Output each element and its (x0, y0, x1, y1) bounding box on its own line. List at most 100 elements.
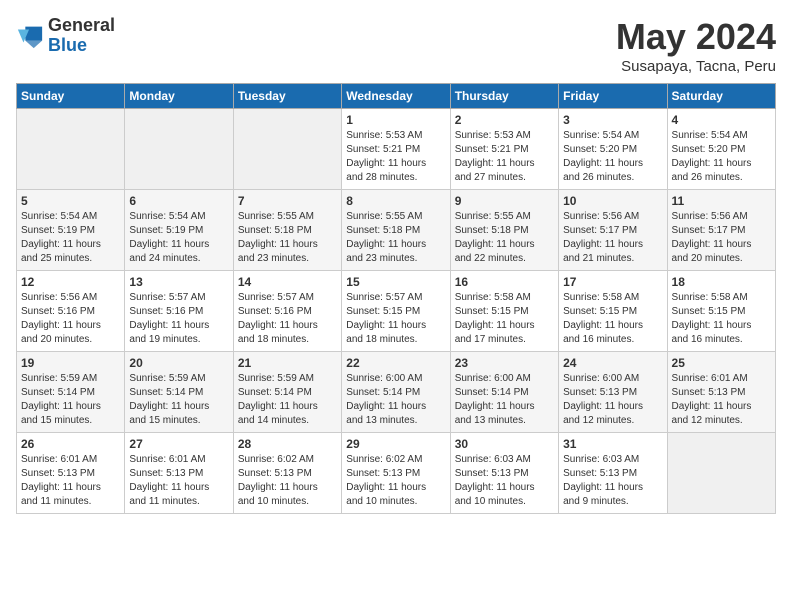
day-number: 26 (21, 437, 120, 451)
calendar-cell: 2Sunrise: 5:53 AM Sunset: 5:21 PM Daylig… (450, 109, 558, 190)
logo-icon (16, 22, 44, 50)
day-number: 9 (455, 194, 554, 208)
calendar-cell: 16 Sunrise: 5:58 AM Sunset: 5:15 PM Dayli… (450, 271, 558, 352)
day-number: 23 (455, 356, 554, 370)
day-info: Sunrise: 6:02 AM Sunset: 5:13 PM Dayligh… (238, 453, 337, 509)
week-row-4: 19 Sunrise: 5:59 AM Sunset: 5:14 PM Dayli… (17, 352, 776, 433)
day-info: Sunrise: 5:55 AM Sunset: 5:18 PM Dayligh… (455, 210, 554, 266)
col-header-tuesday: Tuesday (233, 84, 341, 109)
week-row-1: 1Sunrise: 5:53 AM Sunset: 5:21 PM Daylig… (17, 109, 776, 190)
week-row-5: 26 Sunrise: 6:01 AM Sunset: 5:13 PM Dayli… (17, 433, 776, 514)
header-row: SundayMondayTuesdayWednesdayThursdayFrid… (17, 84, 776, 109)
col-header-wednesday: Wednesday (342, 84, 450, 109)
day-info: Sunrise: 5:59 AM Sunset: 5:14 PM Dayligh… (238, 372, 337, 428)
calendar-cell: 28Sunrise: 6:02 AM Sunset: 5:13 PM Dayli… (233, 433, 341, 514)
logo: General Blue (16, 16, 115, 56)
day-info: Sunrise: 6:01 AM Sunset: 5:13 PM Dayligh… (21, 453, 120, 509)
day-number: 22 (346, 356, 445, 370)
day-number: 27 (129, 437, 228, 451)
day-info: Sunrise: 5:55 AM Sunset: 5:18 PM Dayligh… (238, 210, 337, 266)
day-info: Sunrise: 5:57 AM Sunset: 5:15 PM Dayligh… (346, 291, 445, 347)
page-header: General Blue May 2024 Susapaya, Tacna, P… (16, 16, 776, 75)
calendar-cell: 3 Sunrise: 5:54 AM Sunset: 5:20 PM Daylig… (559, 109, 667, 190)
day-info: Sunrise: 5:54 AM Sunset: 5:20 PM Dayligh… (563, 129, 662, 185)
calendar-cell: 17Sunrise: 5:58 AM Sunset: 5:15 PM Dayli… (559, 271, 667, 352)
day-number: 19 (21, 356, 120, 370)
calendar-cell: 21 Sunrise: 5:59 AM Sunset: 5:14 PM Dayli… (233, 352, 341, 433)
calendar-cell: 27 Sunrise: 6:01 AM Sunset: 5:13 PM Dayli… (125, 433, 233, 514)
calendar-cell: 23 Sunrise: 6:00 AM Sunset: 5:14 PM Dayli… (450, 352, 558, 433)
day-number: 24 (563, 356, 662, 370)
calendar-cell: 20 Sunrise: 5:59 AM Sunset: 5:14 PM Dayli… (125, 352, 233, 433)
calendar-cell: 18 Sunrise: 5:58 AM Sunset: 5:15 PM Dayli… (667, 271, 775, 352)
week-row-3: 12 Sunrise: 5:56 AM Sunset: 5:16 PM Dayli… (17, 271, 776, 352)
col-header-sunday: Sunday (17, 84, 125, 109)
calendar-cell: 30 Sunrise: 6:03 AM Sunset: 5:13 PM Dayli… (450, 433, 558, 514)
page-subtitle: Susapaya, Tacna, Peru (616, 58, 776, 75)
calendar-cell: 14 Sunrise: 5:57 AM Sunset: 5:16 PM Dayli… (233, 271, 341, 352)
day-number: 21 (238, 356, 337, 370)
day-info: Sunrise: 5:56 AM Sunset: 5:17 PM Dayligh… (563, 210, 662, 266)
day-number: 25 (672, 356, 771, 370)
calendar-cell: 10 Sunrise: 5:56 AM Sunset: 5:17 PM Dayli… (559, 190, 667, 271)
day-info: Sunrise: 6:03 AM Sunset: 5:13 PM Dayligh… (563, 453, 662, 509)
day-info: Sunrise: 6:01 AM Sunset: 5:13 PM Dayligh… (672, 372, 771, 428)
day-info: Sunrise: 5:58 AM Sunset: 5:15 PM Dayligh… (672, 291, 771, 347)
calendar-cell: 29 Sunrise: 6:02 AM Sunset: 5:13 PM Dayli… (342, 433, 450, 514)
calendar-cell (17, 109, 125, 190)
calendar-cell (125, 109, 233, 190)
logo-text: General Blue (48, 16, 115, 56)
col-header-saturday: Saturday (667, 84, 775, 109)
day-number: 12 (21, 275, 120, 289)
page-title: May 2024 (616, 16, 776, 58)
day-number: 6 (129, 194, 228, 208)
day-info: Sunrise: 6:01 AM Sunset: 5:13 PM Dayligh… (129, 453, 228, 509)
calendar-cell: 24 Sunrise: 6:00 AM Sunset: 5:13 PM Dayli… (559, 352, 667, 433)
day-number: 14 (238, 275, 337, 289)
day-number: 17 (563, 275, 662, 289)
day-info: Sunrise: 5:57 AM Sunset: 5:16 PM Dayligh… (238, 291, 337, 347)
calendar-cell: 12 Sunrise: 5:56 AM Sunset: 5:16 PM Dayli… (17, 271, 125, 352)
day-info: Sunrise: 5:56 AM Sunset: 5:17 PM Dayligh… (672, 210, 771, 266)
day-info: Sunrise: 5:54 AM Sunset: 5:19 PM Dayligh… (21, 210, 120, 266)
day-number: 3 (563, 113, 662, 127)
day-number: 30 (455, 437, 554, 451)
day-info: Sunrise: 5:56 AM Sunset: 5:16 PM Dayligh… (21, 291, 120, 347)
day-info: Sunrise: 5:58 AM Sunset: 5:15 PM Dayligh… (455, 291, 554, 347)
calendar-cell: 15 Sunrise: 5:57 AM Sunset: 5:15 PM Dayli… (342, 271, 450, 352)
day-number: 18 (672, 275, 771, 289)
calendar-cell: 7Sunrise: 5:55 AM Sunset: 5:18 PM Daylig… (233, 190, 341, 271)
day-number: 29 (346, 437, 445, 451)
day-info: Sunrise: 6:02 AM Sunset: 5:13 PM Dayligh… (346, 453, 445, 509)
day-info: Sunrise: 5:54 AM Sunset: 5:19 PM Dayligh… (129, 210, 228, 266)
calendar-cell: 19 Sunrise: 5:59 AM Sunset: 5:14 PM Dayli… (17, 352, 125, 433)
day-number: 15 (346, 275, 445, 289)
col-header-friday: Friday (559, 84, 667, 109)
day-info: Sunrise: 5:59 AM Sunset: 5:14 PM Dayligh… (21, 372, 120, 428)
calendar-cell: 8Sunrise: 5:55 AM Sunset: 5:18 PM Daylig… (342, 190, 450, 271)
day-info: Sunrise: 6:00 AM Sunset: 5:14 PM Dayligh… (455, 372, 554, 428)
day-number: 4 (672, 113, 771, 127)
day-info: Sunrise: 6:00 AM Sunset: 5:13 PM Dayligh… (563, 372, 662, 428)
logo-blue: Blue (48, 36, 115, 56)
day-number: 10 (563, 194, 662, 208)
calendar-cell (233, 109, 341, 190)
day-info: Sunrise: 6:03 AM Sunset: 5:13 PM Dayligh… (455, 453, 554, 509)
day-number: 16 (455, 275, 554, 289)
title-block: May 2024 Susapaya, Tacna, Peru (616, 16, 776, 75)
day-info: Sunrise: 5:53 AM Sunset: 5:21 PM Dayligh… (455, 129, 554, 185)
col-header-thursday: Thursday (450, 84, 558, 109)
day-info: Sunrise: 5:57 AM Sunset: 5:16 PM Dayligh… (129, 291, 228, 347)
day-info: Sunrise: 5:54 AM Sunset: 5:20 PM Dayligh… (672, 129, 771, 185)
calendar-cell: 9 Sunrise: 5:55 AM Sunset: 5:18 PM Daylig… (450, 190, 558, 271)
day-info: Sunrise: 6:00 AM Sunset: 5:14 PM Dayligh… (346, 372, 445, 428)
calendar-cell: 4 Sunrise: 5:54 AM Sunset: 5:20 PM Daylig… (667, 109, 775, 190)
calendar-cell: 31Sunrise: 6:03 AM Sunset: 5:13 PM Dayli… (559, 433, 667, 514)
day-number: 20 (129, 356, 228, 370)
day-info: Sunrise: 5:59 AM Sunset: 5:14 PM Dayligh… (129, 372, 228, 428)
day-number: 5 (21, 194, 120, 208)
col-header-monday: Monday (125, 84, 233, 109)
calendar-cell: 1Sunrise: 5:53 AM Sunset: 5:21 PM Daylig… (342, 109, 450, 190)
calendar-cell: 22 Sunrise: 6:00 AM Sunset: 5:14 PM Dayli… (342, 352, 450, 433)
day-number: 8 (346, 194, 445, 208)
